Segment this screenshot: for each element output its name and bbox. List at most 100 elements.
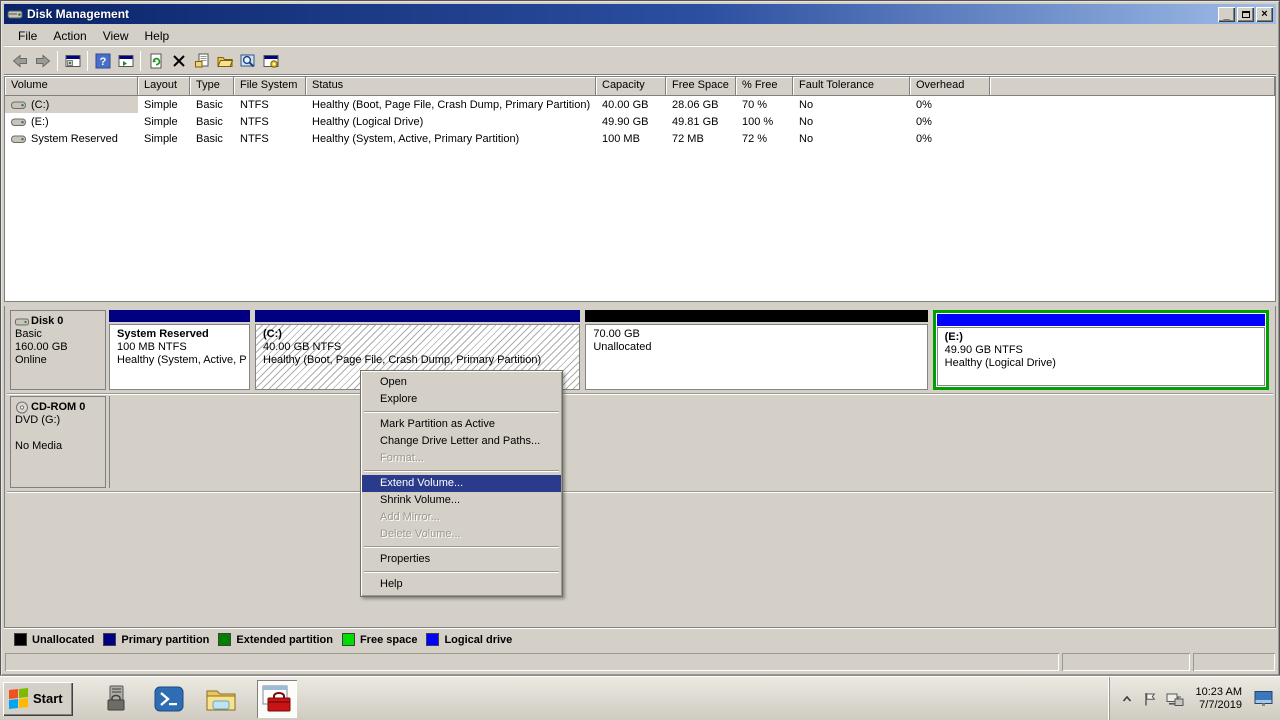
menu-separator [364, 546, 559, 548]
disk0-kind: Basic [15, 328, 103, 341]
show-desktop-icon[interactable] [1254, 690, 1274, 707]
volume-icon [11, 97, 27, 113]
menu-file[interactable]: File [10, 26, 45, 46]
partition-unallocated[interactable]: 70.00 GB Unallocated [585, 310, 927, 390]
column-volume[interactable]: Volume [5, 77, 138, 96]
column-capacity[interactable]: Capacity [596, 77, 666, 96]
column-fault-tolerance[interactable]: Fault Tolerance [793, 77, 910, 96]
start-button[interactable]: Start [3, 682, 73, 716]
cdrom-row: CD-ROM 0 DVD (G:) No Media [7, 394, 1273, 492]
windows-logo-icon [9, 688, 28, 709]
open-folder-icon [217, 53, 233, 69]
tray-time: 10:23 AM [1196, 686, 1242, 699]
legend-swatch-unallocated [14, 633, 27, 646]
properties-icon [194, 53, 210, 69]
legend-logical-drive: Logical drive [426, 633, 512, 646]
disk0-state: Online [15, 354, 103, 367]
cdrom-media-divider [109, 396, 110, 488]
back-icon [12, 53, 28, 69]
properties-button[interactable] [190, 50, 213, 72]
legend-unallocated: Unallocated [14, 633, 94, 646]
table-row-system-reserved[interactable]: System Reserved Simple Basic NTFS Health… [5, 130, 1275, 147]
server-manager-icon[interactable] [101, 683, 133, 715]
menu-item-shrink-volume[interactable]: Shrink Volume... [362, 492, 561, 509]
column-free-space[interactable]: Free Space [666, 77, 736, 96]
file-explorer-icon[interactable] [205, 683, 237, 715]
menu-item-add-mirror: Add Mirror... [362, 509, 561, 526]
partition-context-menu: Open Explore Mark Partition as Active Ch… [360, 370, 563, 597]
help-button[interactable]: ? [91, 50, 114, 72]
action-center-flag-icon[interactable] [1142, 691, 1158, 707]
legend-swatch-extended [218, 633, 231, 646]
primary-partition-band [255, 310, 580, 322]
tray-chevron-icon[interactable] [1120, 692, 1134, 706]
help-icon: ? [95, 53, 111, 69]
menu-view[interactable]: View [95, 26, 137, 46]
menu-item-delete-volume: Delete Volume... [362, 526, 561, 543]
cdrom-header[interactable]: CD-ROM 0 DVD (G:) No Media [10, 396, 106, 488]
network-icon[interactable] [1166, 691, 1184, 707]
status-panel [1193, 653, 1275, 671]
legend-swatch-primary [103, 633, 116, 646]
menu-item-change-drive-letter[interactable]: Change Drive Letter and Paths... [362, 433, 561, 450]
menu-item-help[interactable]: Help [362, 576, 561, 593]
unallocated-band [585, 310, 927, 322]
column-overhead[interactable]: Overhead [910, 77, 990, 96]
status-bar [4, 651, 1276, 673]
table-row-e[interactable]: (E:) Simple Basic NTFS Healthy (Logical … [5, 113, 1275, 130]
table-row-c[interactable]: (C:) Simple Basic NTFS Healthy (Boot, Pa… [5, 96, 1275, 113]
menu-separator [364, 470, 559, 472]
back-button[interactable] [8, 50, 31, 72]
maximize-button[interactable] [1237, 7, 1254, 22]
legend-extended-partition: Extended partition [218, 633, 333, 646]
forward-button[interactable] [31, 50, 54, 72]
column-layout[interactable]: Layout [138, 77, 190, 96]
column-pct-free[interactable]: % Free [736, 77, 793, 96]
disk0-header[interactable]: Disk 0 Basic 160.00 GB Online [10, 310, 106, 390]
column-type[interactable]: Type [190, 77, 234, 96]
column-status[interactable]: Status [306, 77, 596, 96]
cdrom-state: No Media [15, 440, 103, 453]
close-button[interactable]: × [1256, 7, 1273, 22]
toolbar-separator [57, 51, 58, 71]
magnifier-icon [240, 53, 256, 69]
disk-management-taskbar-button[interactable] [257, 680, 297, 718]
show-action-pane-button[interactable] [114, 50, 137, 72]
volume-name: System Reserved [31, 133, 118, 145]
customize-icon [263, 53, 279, 69]
volume-icon [11, 114, 27, 130]
title-bar[interactable]: Disk Management _ × [4, 4, 1276, 24]
menu-item-extend-volume[interactable]: Extend Volume... [362, 475, 561, 492]
powershell-icon[interactable] [153, 683, 185, 715]
menu-help[interactable]: Help [137, 26, 178, 46]
column-filler [990, 77, 1275, 96]
show-console-tree-button[interactable] [61, 50, 84, 72]
menu-item-properties[interactable]: Properties [362, 551, 561, 568]
legend-free-space: Free space [342, 633, 417, 646]
open-folder-button[interactable] [213, 50, 236, 72]
maximize-icon [1242, 11, 1250, 18]
partition-system-reserved[interactable]: System Reserved 100 MB NTFS Healthy (Sys… [109, 310, 250, 390]
menu-action[interactable]: Action [45, 26, 94, 46]
tray-clock[interactable]: 10:23 AM 7/7/2019 [1192, 686, 1246, 712]
menu-separator [364, 571, 559, 573]
delete-button[interactable] [167, 50, 190, 72]
forward-icon [35, 53, 51, 69]
menu-item-mark-partition-active[interactable]: Mark Partition as Active [362, 416, 561, 433]
menu-item-open[interactable]: Open [362, 374, 561, 391]
delete-icon [171, 53, 187, 69]
legend-swatch-free-space [342, 633, 355, 646]
customize-button[interactable] [259, 50, 282, 72]
partition-e[interactable]: (E:) 49.90 GB NTFS Healthy (Logical Driv… [933, 310, 1269, 390]
refresh-button[interactable] [144, 50, 167, 72]
start-label: Start [33, 691, 63, 706]
toolbar: ? [4, 47, 1276, 75]
menu-item-explore[interactable]: Explore [362, 391, 561, 408]
taskbar: Start [0, 676, 1280, 720]
column-file-system[interactable]: File System [234, 77, 306, 96]
volume-table-header: Volume Layout Type File System Status Ca… [5, 77, 1275, 96]
disk-management-window: Disk Management _ × File Action View Hel… [0, 0, 1280, 676]
status-panel [1062, 653, 1190, 671]
view-button[interactable] [236, 50, 259, 72]
minimize-button[interactable]: _ [1218, 7, 1235, 22]
